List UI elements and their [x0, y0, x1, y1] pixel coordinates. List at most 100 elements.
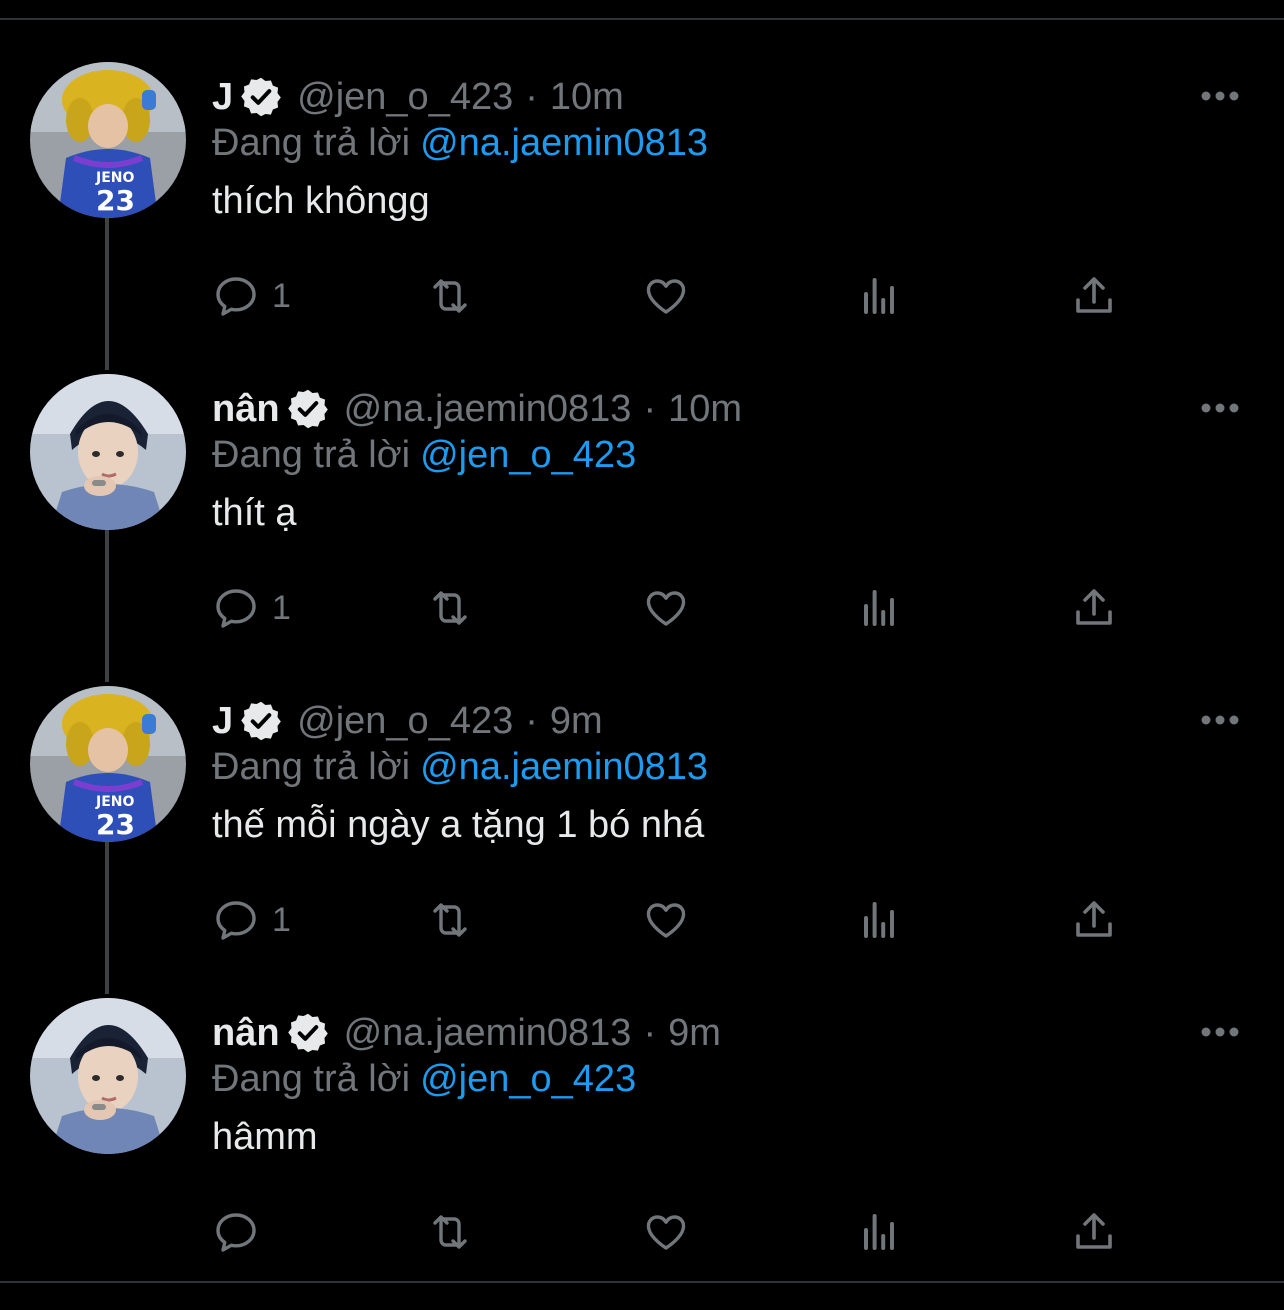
retweet-icon: [433, 591, 467, 625]
retweet-icon: [433, 279, 467, 313]
display-name[interactable]: J: [212, 76, 233, 119]
like-button[interactable]: [642, 272, 690, 320]
heart-icon: [646, 1215, 686, 1250]
reply-count: 1: [272, 588, 291, 627]
share-button[interactable]: [1070, 272, 1118, 320]
share-icon: [1076, 589, 1112, 625]
like-button[interactable]: [642, 1208, 690, 1256]
tweet[interactable]: JENO 23 J @jen_o_423 · 10m Đang trả lời @…: [0, 62, 1284, 374]
retweet-button[interactable]: [426, 584, 474, 632]
retweet-button[interactable]: [426, 1208, 474, 1256]
avatar[interactable]: JENO 23: [30, 62, 186, 218]
reply-button[interactable]: 1: [212, 272, 291, 320]
separator-dot: ·: [525, 699, 538, 742]
svg-text:23: 23: [96, 808, 135, 841]
reply-button[interactable]: 1: [212, 896, 291, 944]
replying-to: Đang trả lời @na.jaemin0813: [212, 122, 708, 165]
replying-to: Đang trả lời @na.jaemin0813: [212, 746, 708, 789]
tweet-header: J @jen_o_423 · 10m: [212, 74, 624, 120]
handle[interactable]: @na.jaemin0813: [344, 388, 632, 431]
reply-icon: [216, 277, 256, 316]
retweet-icon: [433, 1215, 467, 1249]
reply-button[interactable]: [212, 1208, 272, 1256]
heart-icon: [646, 591, 686, 626]
replying-to-label: Đang trả lời: [212, 1058, 411, 1100]
views-icon: [864, 1214, 894, 1250]
avatar[interactable]: [30, 374, 186, 530]
reply-count: 1: [272, 276, 291, 315]
display-name[interactable]: J: [212, 700, 233, 743]
more-icon[interactable]: [1198, 710, 1242, 730]
verified-badge-icon: [241, 701, 281, 741]
avatar[interactable]: [30, 998, 186, 1154]
retweet-button[interactable]: [426, 272, 474, 320]
share-button[interactable]: [1070, 896, 1118, 944]
reply-icon: [216, 1213, 256, 1252]
views-button[interactable]: [856, 272, 904, 320]
replying-to-label: Đang trả lời: [212, 122, 411, 164]
reply-icon: [216, 589, 256, 628]
share-icon: [1076, 1213, 1112, 1249]
verified-badge-icon: [287, 1013, 328, 1053]
tweet-text: thít ạ: [212, 492, 297, 534]
like-button[interactable]: [642, 584, 690, 632]
views-icon: [864, 278, 894, 314]
tweet-text: hâmm: [212, 1116, 318, 1158]
reply-mention-link[interactable]: @na.jaemin0813: [420, 746, 708, 788]
avatar-jaemin-image: [30, 998, 186, 1154]
tweet-text: thích khôngg: [212, 180, 430, 222]
reply-mention-link[interactable]: @jen_o_423: [420, 434, 636, 476]
share-button[interactable]: [1070, 584, 1118, 632]
views-button[interactable]: [856, 584, 904, 632]
avatar-jaemin-image: [30, 374, 186, 530]
timestamp[interactable]: 10m: [668, 388, 742, 431]
separator-dot: ·: [525, 75, 538, 118]
views-icon: [864, 902, 894, 938]
retweet-button[interactable]: [426, 896, 474, 944]
avatar[interactable]: JENO 23: [30, 686, 186, 842]
more-icon[interactable]: [1198, 1022, 1242, 1042]
replying-to: Đang trả lời @jen_o_423: [212, 1058, 636, 1101]
replying-to-label: Đang trả lời: [212, 746, 411, 788]
tweet-actions: 1: [0, 272, 1284, 322]
heart-icon: [646, 279, 686, 314]
separator-dot: ·: [643, 1011, 657, 1054]
like-button[interactable]: [642, 896, 690, 944]
tweet-header: nân @na.jaemin0813 · 9m: [212, 1010, 721, 1056]
retweet-icon: [433, 903, 467, 937]
heart-icon: [646, 903, 686, 938]
tweet-actions: [0, 1208, 1284, 1258]
tweet[interactable]: nân @na.jaemin0813 · 9m Đang trả lời @jen…: [0, 998, 1284, 1310]
reply-icon: [216, 901, 256, 940]
more-icon[interactable]: [1198, 86, 1242, 106]
avatar-jeno-image: JENO 23: [30, 62, 186, 218]
timestamp[interactable]: 10m: [550, 76, 624, 119]
separator-dot: ·: [643, 387, 657, 430]
share-button[interactable]: [1070, 1208, 1118, 1256]
tweet-text: thế mỗi ngày a tặng 1 bó nhá: [212, 804, 705, 846]
reply-mention-link[interactable]: @jen_o_423: [420, 1058, 636, 1100]
replying-to: Đang trả lời @jen_o_423: [212, 434, 636, 477]
reply-button[interactable]: 1: [212, 584, 291, 632]
handle[interactable]: @jen_o_423: [297, 76, 513, 119]
bottom-divider: [0, 1281, 1284, 1283]
handle[interactable]: @jen_o_423: [297, 700, 513, 743]
tweet-header: J @jen_o_423 · 9m: [212, 698, 603, 744]
views-icon: [864, 590, 894, 626]
timestamp[interactable]: 9m: [550, 700, 603, 743]
tweet-actions: 1: [0, 584, 1284, 634]
reply-mention-link[interactable]: @na.jaemin0813: [420, 122, 708, 164]
share-icon: [1076, 901, 1112, 937]
tweet-header: nân @na.jaemin0813 · 10m: [212, 386, 742, 432]
tweet[interactable]: nân @na.jaemin0813 · 10m Đang trả lời @je…: [0, 374, 1284, 686]
more-icon[interactable]: [1198, 398, 1242, 418]
top-divider: [0, 18, 1284, 20]
views-button[interactable]: [856, 896, 904, 944]
reply-count: 1: [272, 900, 291, 939]
handle[interactable]: @na.jaemin0813: [344, 1012, 632, 1055]
views-button[interactable]: [856, 1208, 904, 1256]
tweet[interactable]: JENO 23 J @jen_o_423 · 9m Đang trả lời @n…: [0, 686, 1284, 998]
timestamp[interactable]: 9m: [668, 1012, 721, 1055]
display-name[interactable]: nân: [212, 1012, 280, 1055]
display-name[interactable]: nân: [212, 388, 280, 431]
